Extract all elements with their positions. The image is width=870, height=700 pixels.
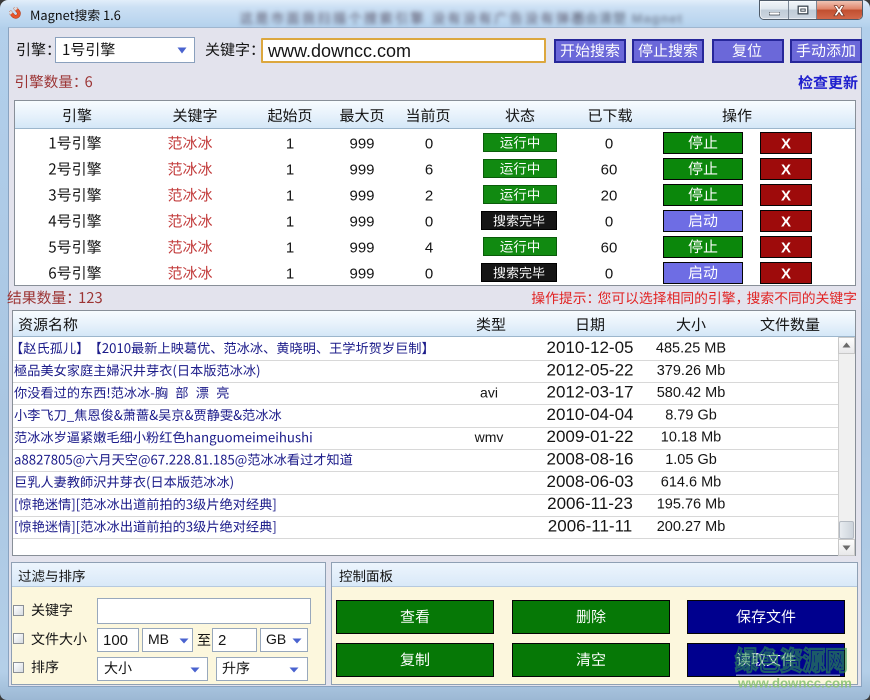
svg-text:X: X xyxy=(834,3,844,18)
